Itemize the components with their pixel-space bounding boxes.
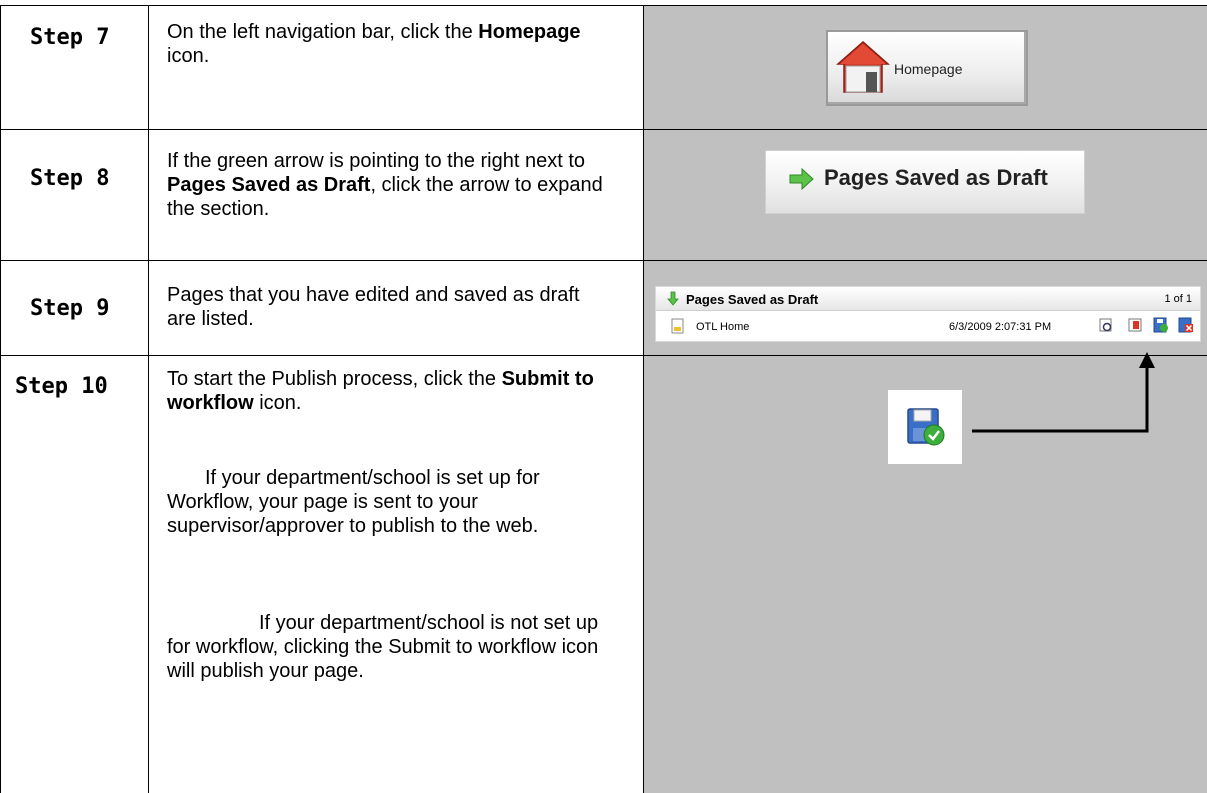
step-description: Pages that you have edited and saved as …	[167, 284, 580, 330]
delete-icon[interactable]	[1178, 317, 1194, 333]
drafts-list-header[interactable]: Pages Saved as Draft 1 of 1	[656, 287, 1200, 311]
submit-icon-enlarged	[888, 390, 962, 464]
draft-page-date: 6/3/2009 2:07:31 PM	[949, 321, 1052, 333]
drafts-list-title: Pages Saved as Draft	[686, 292, 819, 307]
step-label: Step 9	[30, 296, 110, 321]
homepage-house-icon	[836, 41, 890, 93]
submit-to-workflow-icon[interactable]	[1153, 317, 1169, 333]
step-label: Step 10	[15, 374, 108, 399]
step-label: Step 7	[30, 25, 110, 50]
workflow-note: If your department/school is set up for …	[167, 467, 540, 537]
page-icon	[671, 318, 684, 334]
no-workflow-note: If your department/school is not set up …	[167, 612, 599, 682]
step-description: If the green arrow is pointing to the ri…	[167, 150, 603, 220]
drafts-list-panel: Pages Saved as Draft 1 of 1 OTL Home 6/3…	[655, 286, 1201, 342]
step-description: On the left navigation bar, click the Ho…	[167, 21, 581, 67]
draft-page-name[interactable]: OTL Home	[696, 321, 749, 333]
page-count: 1 of 1	[1164, 293, 1192, 305]
submit-to-workflow-icon[interactable]	[905, 406, 947, 448]
step-description: To start the Publish process, click the …	[167, 368, 594, 414]
homepage-label: Homepage	[894, 61, 963, 77]
publish-icon[interactable]	[1127, 317, 1143, 333]
preview-icon[interactable]	[1098, 317, 1114, 333]
step-label: Step 8	[30, 166, 110, 191]
green-down-arrow-icon[interactable]	[667, 291, 679, 306]
pages-saved-as-draft-title: Pages Saved as Draft	[824, 165, 1048, 190]
callout-arrow	[972, 352, 1155, 433]
green-right-arrow-icon[interactable]	[788, 168, 814, 190]
